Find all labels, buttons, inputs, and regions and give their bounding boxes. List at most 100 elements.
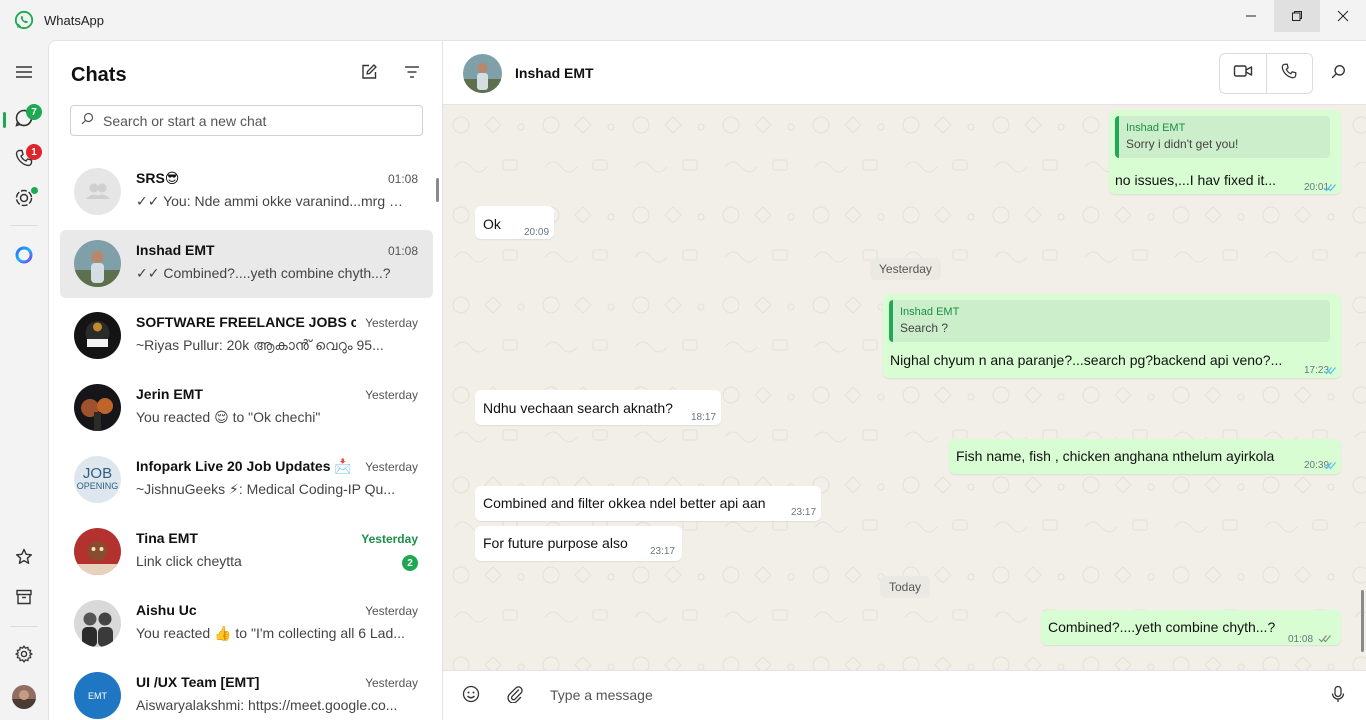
call-buttons-group — [1219, 53, 1313, 94]
message-time: 18:17 — [691, 412, 717, 423]
chats-unread-badge: 7 — [26, 104, 42, 120]
whatsapp-logo-icon — [14, 10, 34, 30]
message-text: no issues,...I hav fixed it... — [1115, 172, 1277, 188]
chat-list-item[interactable]: Jerin EMT Yesterday You reacted 😌 to "Ok… — [60, 374, 433, 442]
chat-list-item[interactable]: JOB OPENING Infopark Live 20 Job Updates… — [60, 446, 433, 514]
chats-heading: Chats — [71, 64, 127, 86]
contact-avatar — [74, 600, 121, 647]
search-input[interactable]: Search or start a new chat — [70, 105, 423, 136]
delivered-ticks-icon — [1318, 635, 1331, 643]
meta-ai-button[interactable] — [10, 243, 38, 271]
emoji-button[interactable] — [460, 685, 482, 707]
message-time: 23:17 — [650, 546, 676, 557]
chat-name: Tina EMT — [136, 530, 198, 546]
voice-message-button[interactable] — [1327, 685, 1349, 707]
read-ticks-icon — [1323, 184, 1336, 192]
chat-preview: ✓✓ Combined?....yeth combine chyth...? — [136, 265, 391, 281]
outgoing-message[interactable]: Inshad EMT Search ? Nighal chyum n ana p… — [883, 294, 1341, 378]
outgoing-message[interactable]: Fish name, fish , chicken anghana nthelu… — [949, 439, 1341, 474]
search-in-chat-button[interactable] — [1327, 63, 1349, 85]
profile-button[interactable] — [10, 683, 38, 711]
search-placeholder: Search or start a new chat — [103, 112, 267, 129]
message-time: 01:08 — [1288, 634, 1314, 645]
restore-button[interactable] — [1274, 0, 1320, 32]
quoted-message[interactable]: Inshad EMT Search ? — [889, 300, 1330, 342]
job-avatar-line-1: JOB — [82, 465, 113, 482]
chat-name: Infopark Live 20 Job Updates 📩 — [136, 458, 352, 474]
calls-missed-badge: 1 — [26, 144, 42, 160]
star-icon — [14, 547, 34, 572]
message-composer: Type a message — [443, 670, 1366, 720]
incoming-message[interactable]: Ok 20:09 — [475, 206, 554, 239]
quoted-text: Sorry i didn't get you! — [1126, 137, 1239, 151]
group-avatar — [74, 312, 121, 359]
chat-name: Inshad EMT — [136, 242, 215, 258]
chat-preview: Link click cheytta — [136, 553, 242, 569]
video-call-button[interactable] — [1220, 54, 1266, 93]
hamburger-menu-icon[interactable] — [10, 58, 38, 86]
new-chat-button[interactable] — [358, 63, 380, 85]
archive-icon — [14, 587, 34, 612]
archived-chats-button[interactable] — [10, 585, 38, 613]
incoming-message[interactable]: Combined and filter okkea ndel better ap… — [475, 486, 821, 521]
gear-icon — [14, 644, 34, 669]
outgoing-message[interactable]: Inshad EMT Sorry i didn't get you! no is… — [1109, 110, 1341, 194]
attach-button[interactable] — [504, 685, 526, 707]
chat-name: SRS😎 — [136, 170, 180, 186]
chat-list-item[interactable]: SOFTWARE FREELANCE JOBS c... Yesterday ~… — [60, 302, 433, 370]
app-title: WhatsApp — [44, 13, 104, 28]
left-rail: 7 1 — [0, 40, 48, 720]
read-ticks-icon — [1323, 367, 1336, 375]
conversation-panel: Inshad EMT Inshad EMT Sorry i didn't get… — [443, 40, 1366, 720]
quoted-message[interactable]: Inshad EMT Sorry i didn't get you! — [1115, 116, 1330, 158]
minimize-button[interactable] — [1228, 0, 1274, 32]
rail-divider — [10, 626, 38, 627]
search-icon — [81, 112, 94, 130]
chat-list-scrollbar[interactable] — [436, 178, 439, 202]
unread-count-badge: 2 — [402, 555, 418, 571]
chat-list-item[interactable]: EMT UI /UX Team [EMT] Yesterday Aiswarya… — [60, 662, 433, 720]
chat-time: Yesterday — [365, 388, 418, 402]
message-text: Combined?....yeth combine chyth...? — [1048, 619, 1276, 635]
messages-area[interactable]: Inshad EMT Sorry i didn't get you! no is… — [443, 105, 1366, 670]
title-bar: WhatsApp — [0, 0, 1366, 40]
outgoing-message[interactable]: Combined?....yeth combine chyth...? 01:0… — [1041, 610, 1341, 645]
status-new-dot — [31, 187, 38, 194]
paperclip-icon — [506, 685, 524, 708]
chat-time: 01:08 — [387, 244, 418, 258]
contact-name[interactable]: Inshad EMT — [515, 65, 594, 81]
microphone-icon — [1330, 685, 1346, 708]
chat-preview: ~Riyas Pullur: 20k ആകാൻ് വെറും 95... — [136, 337, 384, 353]
settings-button[interactable] — [10, 642, 38, 670]
chat-list-item-active[interactable]: Inshad EMT 01:08 ✓✓ Combined?....yeth co… — [60, 230, 433, 298]
chat-time: 01:08 — [387, 172, 418, 186]
meta-ai-ring-icon — [14, 245, 34, 270]
voice-call-button[interactable] — [1265, 54, 1312, 93]
message-text: Ok — [483, 216, 501, 232]
chat-list-item[interactable]: SRS😎 01:08 ✓✓ You: Nde ammi okke varanin… — [60, 158, 433, 226]
contact-avatar — [74, 384, 121, 431]
contact-avatar[interactable] — [463, 54, 502, 93]
incoming-message[interactable]: For future purpose also 23:17 — [475, 526, 682, 561]
chat-time: Yesterday — [365, 676, 418, 690]
starred-messages-button[interactable] — [10, 545, 38, 573]
rail-active-indicator — [3, 112, 6, 128]
close-window-button[interactable] — [1320, 0, 1366, 32]
chat-list-item[interactable]: Tina EMT Yesterday Link click cheytta 2 — [60, 518, 433, 586]
chat-time: Yesterday — [365, 460, 418, 474]
chat-preview: ~JishnuGeeks ⚡: Medical Coding-IP Qu... — [136, 481, 395, 497]
message-text: Ndhu vechaan search aknath? — [483, 400, 673, 416]
messages-scrollbar[interactable] — [1361, 590, 1364, 652]
contact-avatar — [74, 240, 121, 287]
date-separator: Yesterday — [870, 258, 941, 280]
phone-icon — [1280, 62, 1298, 85]
quoted-text: Search ? — [900, 321, 949, 335]
chat-name: Jerin EMT — [136, 386, 203, 402]
filter-chats-button[interactable] — [401, 63, 423, 85]
incoming-message[interactable]: Ndhu vechaan search aknath? 18:17 — [475, 390, 721, 425]
message-text: Fish name, fish , chicken anghana nthelu… — [956, 448, 1275, 464]
chat-list-item[interactable]: Aishu Uc Yesterday You reacted 👍 to "I'm… — [60, 590, 433, 658]
chat-preview: ✓✓ You: Nde ammi okke varanind...mrg n..… — [136, 193, 406, 209]
message-text: Nighal chyum n ana paranje?...search pg?… — [890, 352, 1283, 368]
message-input[interactable]: Type a message — [550, 687, 653, 703]
